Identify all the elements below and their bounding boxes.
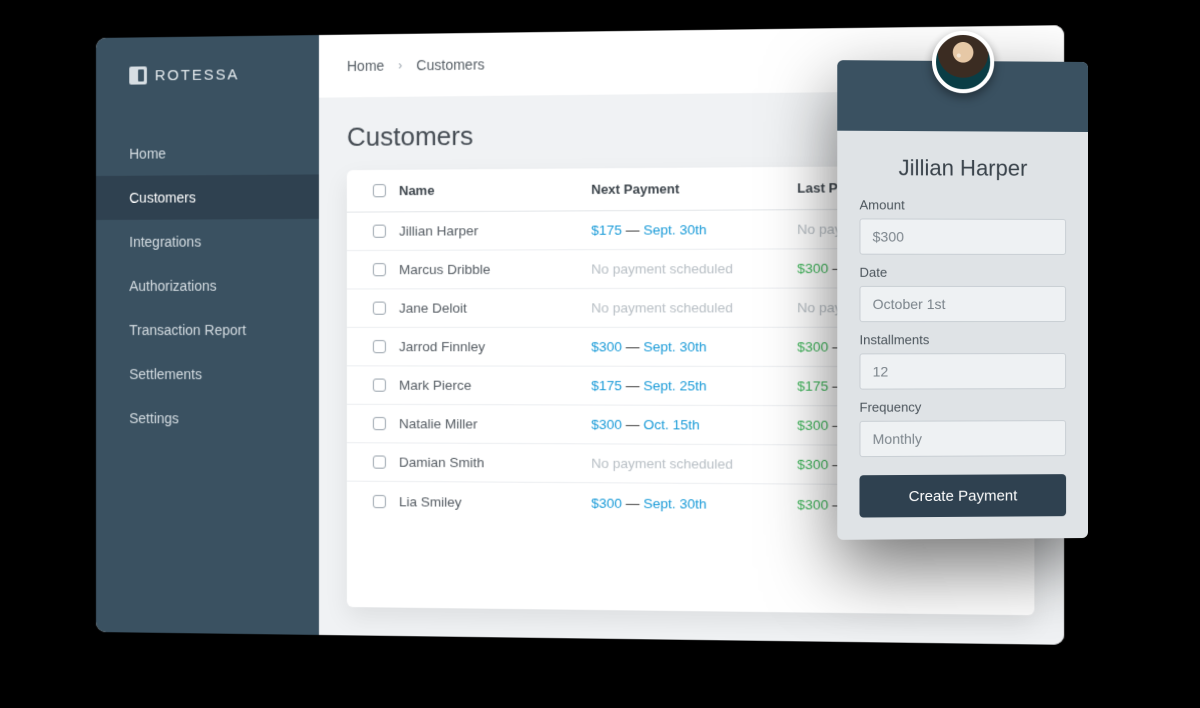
create-payment-button[interactable]: Create Payment <box>859 474 1066 517</box>
sidebar-item-settlements[interactable]: Settlements <box>96 352 319 397</box>
frequency-label: Frequency <box>859 399 1066 415</box>
installments-label: Installments <box>859 332 1066 347</box>
next-payment: $300 — Sept. 30th <box>591 495 797 512</box>
customer-name: Jarrod Finnley <box>399 339 591 354</box>
select-all-checkbox[interactable] <box>372 184 385 197</box>
sidebar: ROTESSA HomeCustomersIntegrationsAuthori… <box>96 35 319 635</box>
row-checkbox[interactable] <box>372 379 385 392</box>
row-checkbox[interactable] <box>372 417 385 430</box>
sidebar-item-home[interactable]: Home <box>96 130 319 176</box>
create-payment-panel: Jillian Harper Amount Date Installments … <box>837 60 1088 540</box>
row-checkbox[interactable] <box>372 340 385 353</box>
chevron-right-icon: › <box>398 58 402 72</box>
next-payment: No payment scheduled <box>591 261 797 277</box>
customer-name: Lia Smiley <box>399 494 591 511</box>
sidebar-item-customers[interactable]: Customers <box>96 174 319 220</box>
sidebar-item-authorizations[interactable]: Authorizations <box>96 263 319 308</box>
amount-label: Amount <box>859 197 1066 213</box>
amount-field[interactable] <box>859 218 1066 255</box>
col-next: Next Payment <box>591 180 797 197</box>
next-payment: $300 — Sept. 30th <box>591 339 797 355</box>
row-checkbox[interactable] <box>372 494 385 507</box>
frequency-field[interactable] <box>859 420 1066 457</box>
customer-name: Damian Smith <box>399 455 591 471</box>
customer-name: Natalie Miller <box>399 416 591 432</box>
panel-customer-name: Jillian Harper <box>859 155 1066 182</box>
next-payment: $175 — Sept. 30th <box>591 222 797 238</box>
page-title: Customers <box>347 120 473 153</box>
customer-name: Jillian Harper <box>399 223 591 239</box>
brand-mark-icon <box>129 66 147 84</box>
breadcrumb-root[interactable]: Home <box>347 57 384 74</box>
row-checkbox[interactable] <box>372 455 385 468</box>
row-checkbox[interactable] <box>372 263 385 276</box>
row-checkbox[interactable] <box>372 225 385 238</box>
avatar <box>932 31 994 94</box>
breadcrumb-current: Customers <box>416 56 484 73</box>
customer-name: Marcus Dribble <box>399 261 591 277</box>
next-payment: $175 — Sept. 25th <box>591 378 797 394</box>
sidebar-item-integrations[interactable]: Integrations <box>96 219 319 264</box>
sidebar-nav: HomeCustomersIntegrationsAuthorizationsT… <box>96 130 319 441</box>
row-checkbox[interactable] <box>372 302 385 315</box>
col-name: Name <box>399 182 591 198</box>
customer-name: Mark Pierce <box>399 378 591 394</box>
installments-field[interactable] <box>859 353 1066 390</box>
sidebar-item-settings[interactable]: Settings <box>96 396 319 441</box>
next-payment: No payment scheduled <box>591 300 797 316</box>
brand-logo: ROTESSA <box>96 35 319 114</box>
date-field[interactable] <box>859 286 1066 322</box>
sidebar-item-transaction-report[interactable]: Transaction Report <box>96 308 319 352</box>
next-payment: $300 — Oct. 15th <box>591 417 797 433</box>
date-label: Date <box>859 265 1066 280</box>
customer-name: Jane Deloit <box>399 300 591 315</box>
next-payment: No payment scheduled <box>591 456 797 473</box>
brand-name: ROTESSA <box>155 66 239 84</box>
